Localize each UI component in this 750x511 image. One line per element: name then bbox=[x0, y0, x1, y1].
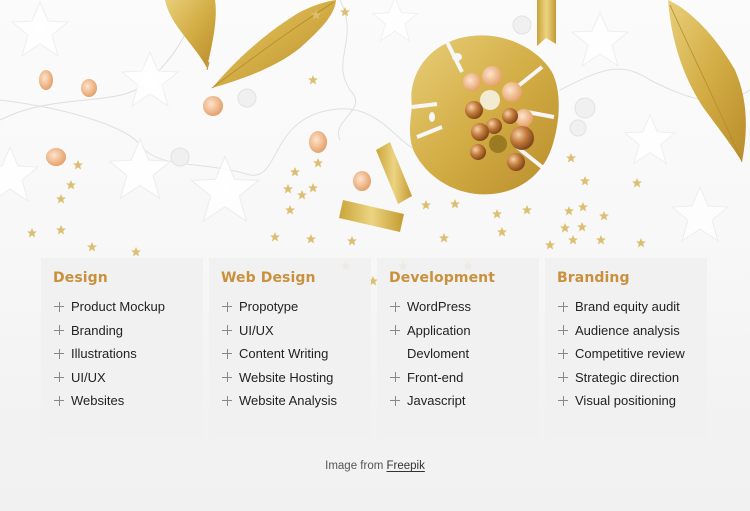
list-item-label: Application bbox=[407, 322, 471, 338]
service-list: Propotype UI/UX Content Writing Website … bbox=[221, 295, 371, 413]
list-item-label: Javascript bbox=[407, 393, 466, 408]
plus-icon bbox=[53, 371, 65, 383]
list-item-label: Illustrations bbox=[71, 346, 137, 361]
list-item: Javascript bbox=[389, 389, 539, 413]
plus-icon bbox=[221, 371, 233, 383]
service-list: Product Mockup Branding Illustrations UI… bbox=[53, 295, 203, 413]
list-item-label: Devloment bbox=[407, 346, 470, 361]
list-item-label: Propotype bbox=[239, 299, 299, 314]
list-item: Branding bbox=[53, 319, 203, 343]
credit-prefix: Image from bbox=[325, 460, 387, 472]
list-item-label: Website Hosting bbox=[239, 369, 334, 385]
service-card-design: Design Product Mockup Branding Illustrat… bbox=[41, 258, 203, 438]
service-card-development: Development WordPress Application Devlom… bbox=[377, 258, 539, 438]
list-item-label: UI/UX bbox=[71, 369, 106, 385]
list-item-label: Product Mockup bbox=[71, 299, 165, 314]
plus-icon bbox=[53, 348, 65, 360]
list-item: Website Analysis bbox=[221, 389, 371, 413]
service-list: Brand equity audit Audience analysis Com… bbox=[557, 295, 707, 413]
list-item: Product Mockup bbox=[53, 295, 203, 319]
list-item-label: Visual positioning bbox=[575, 393, 676, 408]
plus-icon bbox=[221, 348, 233, 360]
service-card-web-design: Web Design Propotype UI/UX Content Writi… bbox=[209, 258, 371, 438]
list-item: UI/UX bbox=[53, 366, 203, 390]
plus-icon bbox=[221, 301, 233, 313]
list-item: Website Hosting bbox=[221, 366, 371, 390]
list-item: Competitive review bbox=[557, 342, 707, 366]
list-item-label: Branding bbox=[71, 322, 124, 338]
plus-icon bbox=[53, 395, 65, 407]
list-item: Audience analysis bbox=[557, 319, 707, 343]
plus-icon bbox=[53, 301, 65, 313]
list-item-continuation: Devloment bbox=[389, 342, 539, 366]
list-item-label: Website Analysis bbox=[239, 393, 338, 408]
list-item-label: Competitive review bbox=[575, 346, 685, 361]
list-item: Strategic direction bbox=[557, 366, 707, 390]
list-item: Content Writing bbox=[221, 342, 371, 366]
list-item-label: Audience analysis bbox=[575, 322, 680, 338]
card-title: Design bbox=[53, 270, 108, 286]
image-credit: Image from Freepik bbox=[0, 460, 750, 472]
card-title: Web Design bbox=[221, 270, 316, 286]
list-item: Websites bbox=[53, 389, 203, 413]
list-item-label: Websites bbox=[71, 393, 125, 408]
list-item-label: Front-end bbox=[407, 369, 464, 385]
services-grid: Design Product Mockup Branding Illustrat… bbox=[41, 258, 709, 438]
list-item-label: Content Writing bbox=[239, 346, 329, 361]
service-card-branding: Branding Brand equity audit Audience ana… bbox=[545, 258, 707, 438]
freepik-link[interactable]: Freepik bbox=[387, 460, 425, 472]
plus-icon bbox=[221, 324, 233, 336]
plus-icon bbox=[557, 301, 569, 313]
list-item: Front-end bbox=[389, 366, 539, 390]
list-item: Visual positioning bbox=[557, 389, 707, 413]
list-item-label: Brand equity audit bbox=[575, 299, 680, 314]
plus-icon bbox=[389, 324, 401, 336]
plus-icon bbox=[389, 371, 401, 383]
plus-icon bbox=[557, 395, 569, 407]
service-list: WordPress Application Devloment Front-en… bbox=[389, 295, 539, 413]
list-item: Illustrations bbox=[53, 342, 203, 366]
card-title: Development bbox=[389, 270, 496, 286]
list-item-label: UI/UX bbox=[239, 322, 274, 338]
plus-icon bbox=[389, 395, 401, 407]
list-item: Brand equity audit bbox=[557, 295, 707, 319]
plus-icon bbox=[557, 348, 569, 360]
list-item: Propotype bbox=[221, 295, 371, 319]
plus-icon bbox=[389, 301, 401, 313]
list-item: WordPress bbox=[389, 295, 539, 319]
list-item: Application bbox=[389, 319, 539, 343]
card-title: Branding bbox=[557, 270, 630, 286]
list-item-label: Strategic direction bbox=[575, 369, 680, 385]
list-item: UI/UX bbox=[221, 319, 371, 343]
plus-icon bbox=[557, 371, 569, 383]
plus-icon bbox=[557, 324, 569, 336]
plus-icon bbox=[53, 324, 65, 336]
list-item-label: WordPress bbox=[407, 299, 472, 314]
plus-icon bbox=[221, 395, 233, 407]
